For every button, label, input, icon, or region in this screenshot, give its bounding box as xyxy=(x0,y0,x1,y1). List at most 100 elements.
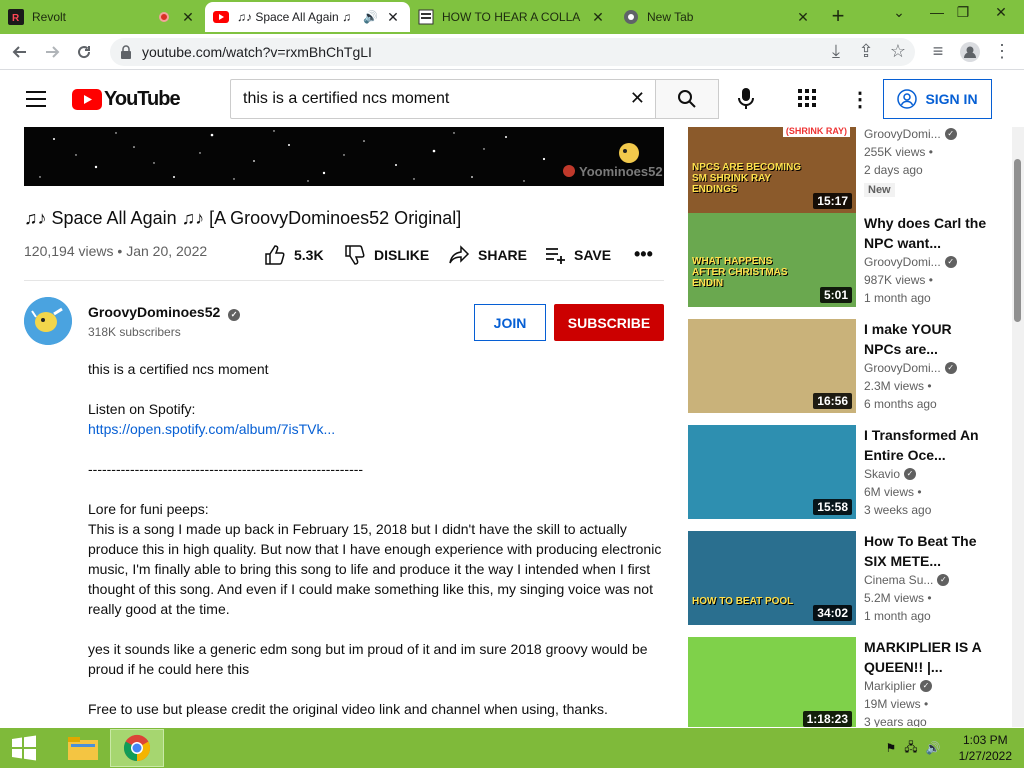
view-count: 2.3M views xyxy=(864,379,925,393)
speaker-icon[interactable]: 🔊 xyxy=(363,10,378,24)
video-thumbnail[interactable]: HOW TO BEAT POOL 34:02 xyxy=(688,531,856,625)
like-button[interactable]: 5.3K xyxy=(264,244,324,266)
subscribe-button[interactable]: SUBSCRIBE xyxy=(554,304,664,341)
search-input[interactable]: this is a certified ncs moment ✕ xyxy=(230,79,656,119)
sign-in-button[interactable]: SIGN IN xyxy=(883,79,992,119)
tab-space-all-again[interactable]: ♫♪ Space All Again ♫ 🔊 ✕ xyxy=(205,2,410,32)
recommendation-title[interactable]: I Transformed An Entire Oce... xyxy=(864,425,988,465)
tab-title: Revolt xyxy=(32,10,67,24)
youtube-logo[interactable]: YouTube xyxy=(72,88,181,111)
tab-search-icon[interactable]: ⌄ xyxy=(880,0,918,28)
video-watermark: Yoominoes52 xyxy=(579,164,663,179)
forward-button[interactable] xyxy=(36,36,68,68)
revolt-icon: R xyxy=(8,9,24,25)
recommendation-channel[interactable]: Markiplier ✓ xyxy=(864,677,988,695)
network-icon[interactable]: 🖧 xyxy=(904,738,917,759)
video-player[interactable]: Yoominoes52 xyxy=(24,127,664,186)
share-button[interactable]: SHARE xyxy=(448,244,527,266)
profile-avatar-icon[interactable] xyxy=(954,36,986,68)
url-text[interactable]: youtube.com/watch?v=rxmBhChTgLI xyxy=(142,44,372,60)
install-icon[interactable]: ⤓ xyxy=(820,36,852,68)
video-duration: 15:58 xyxy=(813,499,852,515)
microphone-icon[interactable] xyxy=(737,87,755,114)
page-scrollbar[interactable] xyxy=(1012,127,1024,727)
close-window-button[interactable]: ✕ xyxy=(982,0,1020,28)
meta-separator: • xyxy=(925,273,933,287)
action-center-flag-icon[interactable]: ⚑ xyxy=(886,741,897,755)
tab-new-tab[interactable]: New Tab ✕ xyxy=(615,2,820,32)
recommendation-channel[interactable]: GroovyDomi... ✓ xyxy=(864,359,988,377)
playlist-add-icon xyxy=(546,248,565,264)
join-button[interactable]: JOIN xyxy=(474,304,546,341)
youtube-icon xyxy=(213,9,229,25)
tab-how-to-hear[interactable]: HOW TO HEAR A COLLA ✕ xyxy=(410,2,615,32)
reload-button[interactable] xyxy=(68,36,100,68)
recommendation-card[interactable]: 15:58 I Transformed An Entire Oce... Skavi… xyxy=(688,425,1008,519)
recording-icon xyxy=(159,12,169,22)
bookmark-star-icon[interactable]: ☆ xyxy=(882,36,914,68)
recommendation-channel[interactable]: Cinema Su... ✓ xyxy=(864,571,988,589)
browser-menu-icon[interactable]: ⋮ xyxy=(986,36,1018,68)
recommendation-card[interactable]: 1:18:23 MARKIPLIER IS A QUEEN!! |... Marki… xyxy=(688,637,1008,727)
search-query[interactable]: this is a certified ncs moment xyxy=(243,90,449,108)
recommendation-card[interactable]: (SHRINK RAY) NPCS ARE BECOMING SM SHRINK … xyxy=(688,127,1008,213)
video-thumbnail[interactable]: 15:58 xyxy=(688,425,856,519)
tab-revolt[interactable]: R Revolt ✕ xyxy=(0,2,205,32)
start-button[interactable] xyxy=(0,728,48,768)
channel-name-text[interactable]: GroovyDominoes52 xyxy=(88,304,220,320)
video-thumbnail[interactable]: (SHRINK RAY) NPCS ARE BECOMING SM SHRINK … xyxy=(688,127,856,213)
close-tab-icon[interactable]: ✕ xyxy=(179,9,197,26)
video-thumbnail[interactable]: 16:56 xyxy=(688,319,856,413)
recommendation-card[interactable]: HOW TO BEAT POOL 34:02 How To Beat The SIX… xyxy=(688,531,1008,625)
recommendation-card[interactable]: WHAT HAPPENS AFTER CHRISTMAS ENDIN 5:01 Wh… xyxy=(688,213,1008,307)
close-tab-icon[interactable]: ✕ xyxy=(384,9,402,26)
save-button[interactable]: SAVE xyxy=(544,244,611,266)
back-button[interactable] xyxy=(4,36,36,68)
restore-button[interactable]: ❐ xyxy=(944,0,982,28)
recommendation-title[interactable]: MARKIPLIER IS A QUEEN!! |... xyxy=(864,637,988,677)
recommendation-channel[interactable]: GroovyDomi... ✓ xyxy=(864,127,988,143)
close-tab-icon[interactable]: ✕ xyxy=(794,9,812,26)
media-control-icon[interactable]: ≡ xyxy=(922,36,954,68)
spotify-link[interactable]: https://open.spotify.com/album/7isTVk... xyxy=(88,421,335,437)
scrollbar-thumb[interactable] xyxy=(1014,159,1021,322)
channel-name[interactable]: GroovyDominoes52 ✓ xyxy=(88,304,241,321)
verified-icon: ✓ xyxy=(904,468,917,480)
account-icon xyxy=(897,89,918,109)
chrome-icon xyxy=(623,9,639,25)
file-explorer-taskbar-button[interactable] xyxy=(56,729,110,767)
chrome-taskbar-button[interactable] xyxy=(110,729,164,767)
channel-avatar[interactable] xyxy=(24,297,72,345)
volume-icon[interactable]: 🔊 xyxy=(926,741,941,755)
new-tab-button[interactable]: + xyxy=(820,0,856,34)
recommendation-card[interactable]: 16:56 I make YOUR NPCs are... GroovyDomi..… xyxy=(688,319,1008,413)
hamburger-menu-icon[interactable] xyxy=(26,91,46,107)
browser-tab-strip: R Revolt ✕ ♫♪ Space All Again ♫ 🔊 ✕ HOW … xyxy=(0,0,1024,34)
recommendation-channel[interactable]: GroovyDomi... ✓ xyxy=(864,253,988,271)
clock[interactable]: 1:03 PM 1/27/2022 xyxy=(959,732,1012,764)
svg-text:R: R xyxy=(12,13,20,24)
upload-date: Jan 20, 2022 xyxy=(126,243,208,259)
sign-in-label: SIGN IN xyxy=(925,91,978,107)
address-bar[interactable]: youtube.com/watch?v=rxmBhChTgLI xyxy=(110,38,915,66)
recommendation-title[interactable]: I make YOUR NPCs are... xyxy=(864,319,988,359)
dislike-button[interactable]: DISLIKE xyxy=(344,244,429,266)
video-thumbnail[interactable]: 1:18:23 xyxy=(688,637,856,727)
recommendation-info: How To Beat The SIX METE... Cinema Su... ✓… xyxy=(864,531,988,625)
channel-name-text: GroovyDomi... xyxy=(864,361,941,375)
spotify-label: Listen on Spotify: xyxy=(88,401,196,417)
recommendation-info: GroovyDomi... ✓ 255K views • 2 days ago New xyxy=(864,127,988,197)
video-thumbnail[interactable]: WHAT HAPPENS AFTER CHRISTMAS ENDIN 5:01 xyxy=(688,213,856,307)
search-button[interactable] xyxy=(655,79,719,119)
clear-search-icon[interactable]: ✕ xyxy=(630,88,645,109)
close-tab-icon[interactable]: ✕ xyxy=(589,9,607,26)
recommendation-title[interactable]: How To Beat The SIX METE... xyxy=(864,531,988,571)
recommendation-title[interactable]: Why does Carl the NPC want... xyxy=(864,213,988,253)
settings-more-icon[interactable]: ⋮ xyxy=(850,87,870,112)
verified-icon: ✓ xyxy=(944,256,957,268)
apps-grid-icon[interactable] xyxy=(798,89,816,110)
more-actions-icon[interactable]: ••• xyxy=(634,244,653,265)
recommendation-channel[interactable]: Skavio ✓ xyxy=(864,465,988,483)
share-page-icon[interactable]: ⇪ xyxy=(850,36,882,68)
video-duration: 15:17 xyxy=(813,193,852,209)
